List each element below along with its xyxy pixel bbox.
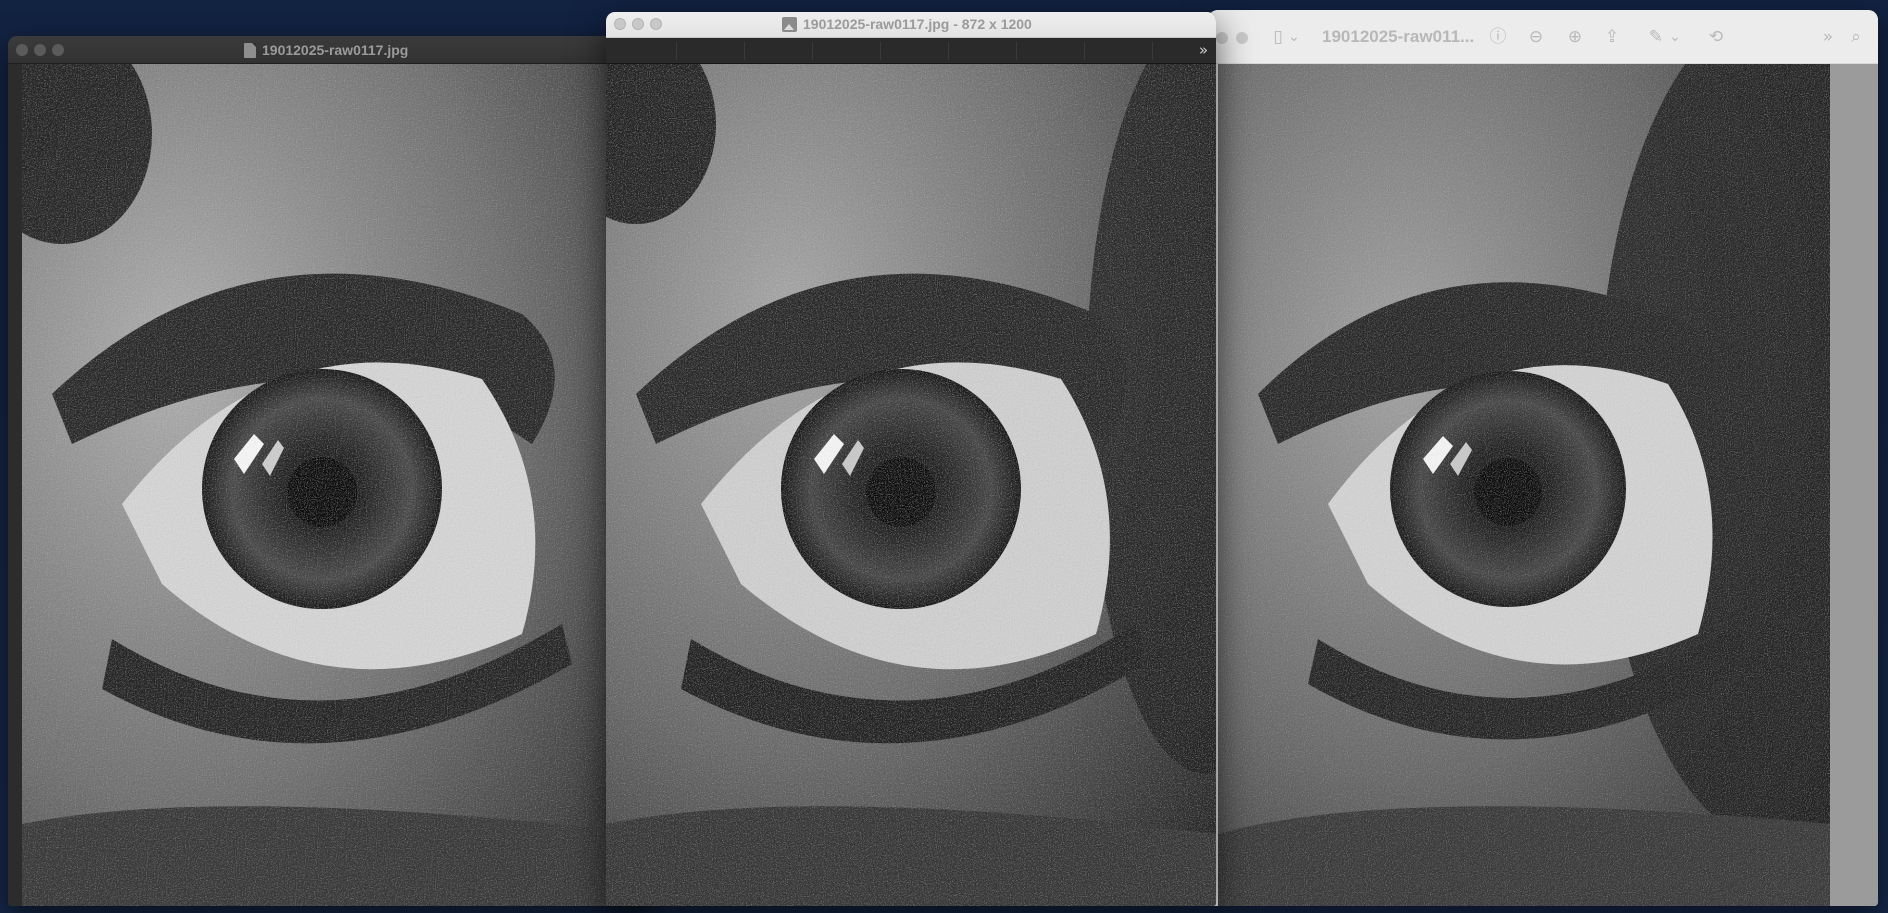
eye-photo [1218, 64, 1830, 906]
image-icon [782, 16, 797, 32]
scroll-gutter [1830, 64, 1878, 906]
chevron-down-icon[interactable]: ⌄ [1286, 25, 1302, 49]
quicklook-window[interactable]: 19012025-raw0117.jpg [8, 36, 648, 906]
window-title: 19012025-raw011... [1322, 27, 1475, 46]
search-icon[interactable]: ⌕ [1844, 25, 1868, 49]
markup-pen-icon[interactable]: ✎ [1644, 25, 1668, 49]
window-title: 19012025-raw0117.jpg - 872 x 1200 [803, 16, 1032, 32]
close-button[interactable] [614, 18, 626, 30]
rotate-icon[interactable]: ⟲ [1704, 25, 1728, 49]
title-bar: 19012025-raw0117.jpg [8, 36, 648, 64]
close-button[interactable] [1216, 32, 1228, 44]
markup-chevron-icon[interactable]: ⌄ [1667, 25, 1683, 49]
zoom-in-icon[interactable]: ⊕ [1563, 25, 1587, 49]
title-bar: 19012025-raw0117.jpg - 872 x 1200 [606, 12, 1216, 38]
preview-window[interactable]: ▯ ⌄ 19012025-raw011... ⓘ ⊖ ⊕ ⇪ ✎ ⌄ ⟲ » ⌕ [1208, 10, 1878, 906]
zoom-button[interactable] [650, 18, 662, 30]
desktop-background: ▯ ⌄ 19012025-raw011... ⓘ ⊖ ⊕ ⇪ ✎ ⌄ ⟲ » ⌕ [0, 0, 1888, 913]
info-icon[interactable]: ⓘ [1486, 25, 1510, 49]
window-title: 19012025-raw0117.jpg [262, 42, 409, 58]
toolbar-strip [606, 38, 1216, 64]
image-viewer-window[interactable]: 19012025-raw0117.jpg - 872 x 1200 » [606, 12, 1216, 906]
more-toolbar-icon[interactable]: » [1816, 25, 1840, 49]
minimize-button[interactable] [34, 44, 46, 56]
share-icon[interactable]: ⇪ [1600, 25, 1624, 49]
eye-photo [22, 64, 648, 906]
eye-photo [606, 64, 1216, 906]
close-button[interactable] [16, 44, 28, 56]
minimize-button[interactable] [632, 18, 644, 30]
zoom-button[interactable] [52, 44, 64, 56]
document-icon [244, 42, 256, 58]
preview-toolbar: ▯ ⌄ 19012025-raw011... ⓘ ⊖ ⊕ ⇪ ✎ ⌄ ⟲ » ⌕ [1208, 10, 1878, 64]
minimize-button[interactable] [1236, 32, 1248, 44]
chevron-double-right-icon[interactable]: » [1199, 40, 1208, 60]
zoom-out-icon[interactable]: ⊖ [1524, 25, 1548, 49]
